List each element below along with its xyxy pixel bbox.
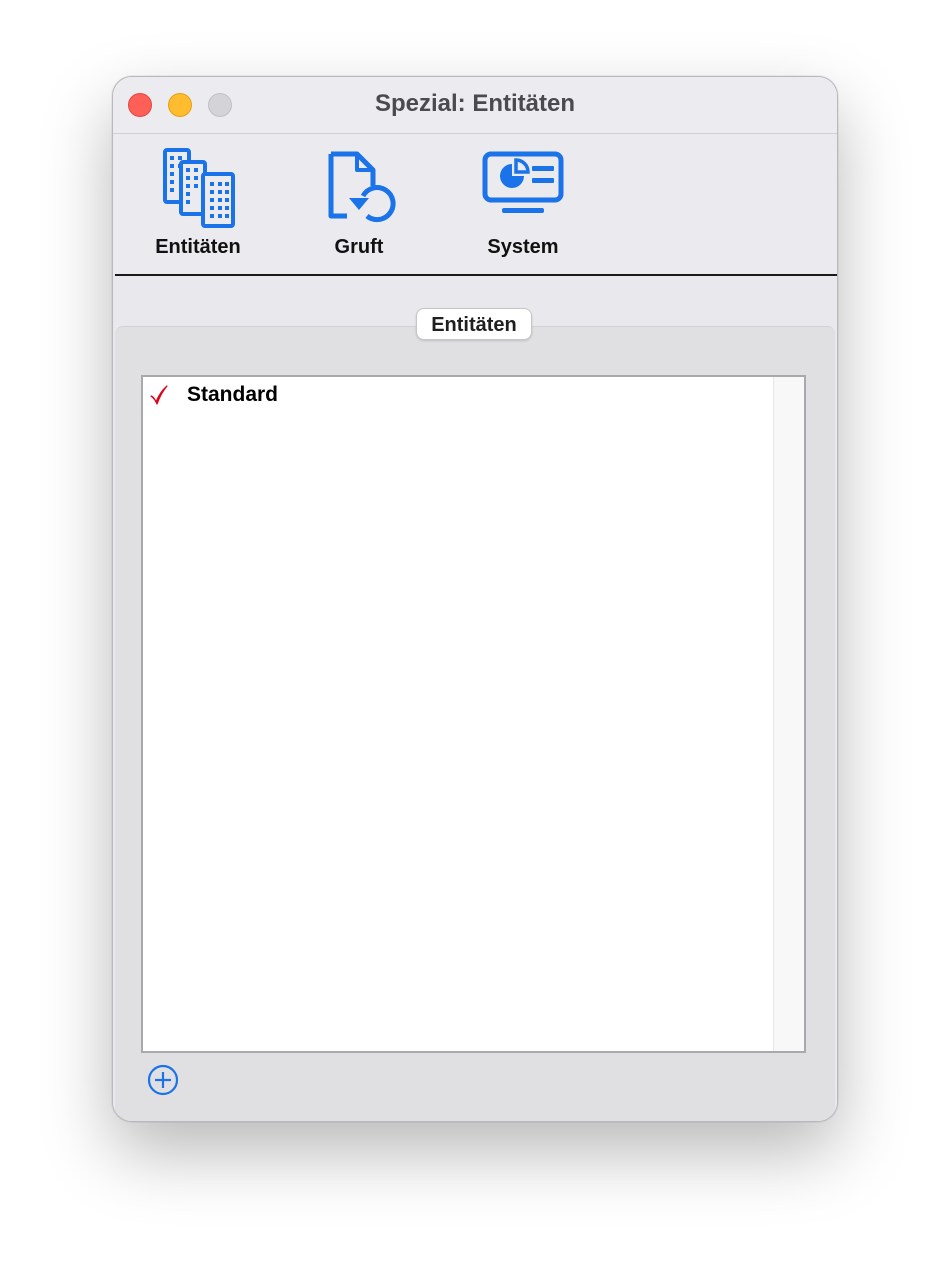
tab-system-label: System	[487, 236, 559, 258]
tab-entitaeten[interactable]: Entitäten	[143, 134, 253, 274]
document-restore-icon	[328, 151, 396, 223]
window-title: Spezial: Entitäten	[374, 90, 576, 117]
tab-entitaeten-label: Entitäten	[155, 236, 241, 258]
group-title: Entitäten	[416, 308, 532, 340]
monitor-icon	[482, 151, 564, 213]
checkmark-icon	[150, 385, 168, 405]
entity-list[interactable]: Standard	[141, 375, 806, 1053]
toolbar: Entitäten Gruft System	[113, 134, 837, 331]
tab-gruft-label: Gruft	[334, 236, 384, 258]
title-bar: Spezial: Entitäten	[113, 77, 837, 134]
preferences-window: Spezial: Entitäten Entitäten Gruft Syste…	[112, 76, 838, 1122]
buildings-icon	[163, 148, 235, 228]
tab-system[interactable]: System	[468, 134, 578, 274]
tab-gruft[interactable]: Gruft	[309, 134, 409, 274]
list-item-label: Standard	[187, 383, 279, 406]
plus-circle-icon[interactable]	[147, 1064, 179, 1096]
list-item[interactable]: Standard	[143, 381, 773, 411]
list-scrollbar[interactable]	[773, 377, 804, 1051]
